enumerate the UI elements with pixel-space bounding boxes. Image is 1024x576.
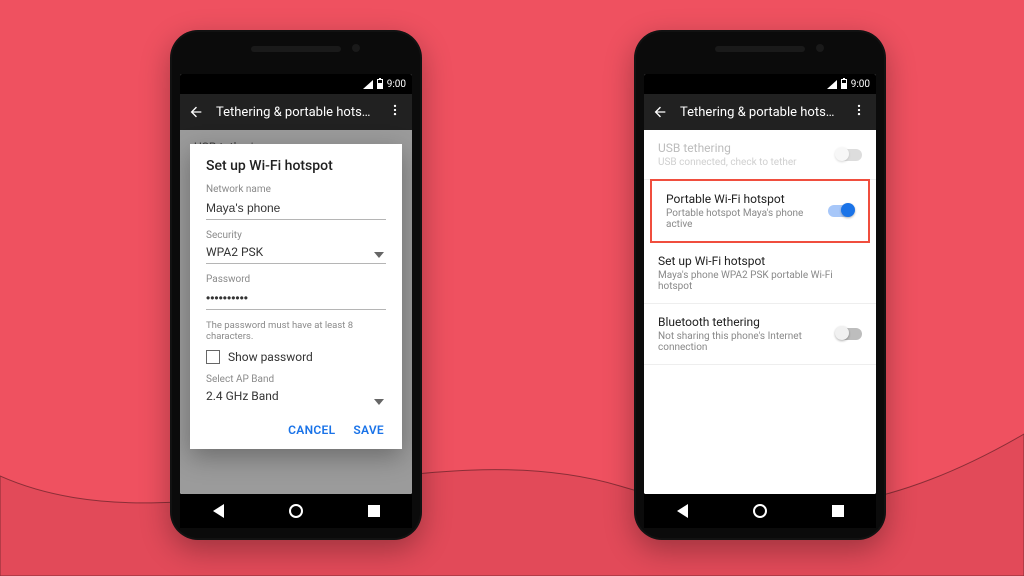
dropdown-icon — [374, 399, 384, 405]
ap-band-value: 2.4 GHz Band — [206, 387, 386, 407]
status-time: 9:00 — [851, 79, 870, 90]
screen-right: 9:00 Tethering & portable hotspot USB te… — [644, 74, 876, 494]
row-title: Bluetooth tethering — [658, 315, 836, 329]
show-password-row[interactable]: Show password — [206, 350, 386, 364]
checkbox-icon[interactable] — [206, 350, 220, 364]
dropdown-icon — [374, 252, 384, 258]
phone-frame-right: 9:00 Tethering & portable hotspot USB te… — [634, 30, 886, 540]
nav-recents-icon[interactable] — [832, 505, 844, 517]
phone-frame-left: 9:00 Tethering & portable hotspot USB te… — [170, 30, 422, 540]
switch-portable-hotspot[interactable] — [828, 205, 854, 217]
cancel-button[interactable]: CANCEL — [288, 423, 335, 437]
nav-back-icon[interactable] — [213, 504, 224, 518]
sensor-bar — [715, 46, 805, 52]
app-bar-title: Tethering & portable hotspot — [680, 105, 838, 120]
nav-home-icon[interactable] — [289, 504, 303, 518]
signal-icon — [363, 80, 373, 89]
sensor-dot — [816, 44, 824, 52]
sensor-dot — [352, 44, 360, 52]
row-subtitle: USB connected, check to tether — [658, 157, 836, 168]
status-bar: 9:00 — [644, 74, 876, 94]
nav-home-icon[interactable] — [753, 504, 767, 518]
app-bar-title: Tethering & portable hotspot — [216, 105, 374, 120]
password-input[interactable] — [206, 289, 386, 310]
status-bar: 9:00 — [180, 74, 412, 94]
row-subtitle: Maya's phone WPA2 PSK portable Wi-Fi hot… — [658, 270, 862, 292]
field-network-name: Network name — [206, 184, 386, 220]
password-label: Password — [206, 274, 386, 285]
row-title: USB tethering — [658, 141, 836, 155]
overflow-menu-icon[interactable] — [850, 103, 868, 121]
row-usb-tethering[interactable]: USB tethering USB connected, check to te… — [644, 130, 876, 180]
screen-left: 9:00 Tethering & portable hotspot USB te… — [180, 74, 412, 494]
nav-back-icon[interactable] — [677, 504, 688, 518]
overflow-menu-icon[interactable] — [386, 103, 404, 121]
dialog-setup-hotspot: Set up Wi-Fi hotspot Network name Securi… — [190, 144, 402, 449]
signal-icon — [827, 80, 837, 89]
status-time: 9:00 — [387, 79, 406, 90]
password-hint: The password must have at least 8 charac… — [206, 320, 386, 342]
switch-bluetooth-tethering[interactable] — [836, 328, 862, 340]
show-password-label: Show password — [228, 350, 313, 364]
settings-list: USB tethering USB connected, check to te… — [644, 130, 876, 494]
back-arrow-icon[interactable] — [652, 104, 668, 120]
row-subtitle: Not sharing this phone's Internet connec… — [658, 331, 836, 353]
android-nav-bar — [180, 494, 412, 528]
field-ap-band[interactable]: Select AP Band 2.4 GHz Band — [206, 374, 386, 407]
row-subtitle: Portable hotspot Maya's phone active — [666, 208, 828, 230]
ap-band-label: Select AP Band — [206, 374, 386, 385]
sensor-bar — [251, 46, 341, 52]
row-title: Set up Wi-Fi hotspot — [658, 254, 862, 268]
android-nav-bar — [644, 494, 876, 528]
save-button[interactable]: SAVE — [353, 423, 384, 437]
nav-recents-icon[interactable] — [368, 505, 380, 517]
battery-icon — [377, 79, 383, 89]
row-title: Portable Wi-Fi hotspot — [666, 192, 828, 206]
app-bar: Tethering & portable hotspot — [644, 94, 876, 130]
dialog-actions: CANCEL SAVE — [206, 417, 386, 441]
app-bar: Tethering & portable hotspot — [180, 94, 412, 130]
dialog-title: Set up Wi-Fi hotspot — [206, 158, 386, 174]
back-arrow-icon[interactable] — [188, 104, 204, 120]
field-password: Password — [206, 274, 386, 310]
row-portable-hotspot[interactable]: Portable Wi-Fi hotspot Portable hotspot … — [652, 181, 868, 241]
security-label: Security — [206, 230, 386, 241]
battery-icon — [841, 79, 847, 89]
network-name-input[interactable] — [206, 199, 386, 220]
stage: 9:00 Tethering & portable hotspot USB te… — [0, 0, 1024, 576]
field-security[interactable]: Security WPA2 PSK — [206, 230, 386, 264]
network-name-label: Network name — [206, 184, 386, 195]
highlight-portable-hotspot: Portable Wi-Fi hotspot Portable hotspot … — [650, 179, 870, 243]
security-value: WPA2 PSK — [206, 243, 386, 264]
row-setup-hotspot[interactable]: Set up Wi-Fi hotspot Maya's phone WPA2 P… — [644, 243, 876, 304]
switch-usb-tethering[interactable] — [836, 149, 862, 161]
row-bluetooth-tethering[interactable]: Bluetooth tethering Not sharing this pho… — [644, 304, 876, 365]
